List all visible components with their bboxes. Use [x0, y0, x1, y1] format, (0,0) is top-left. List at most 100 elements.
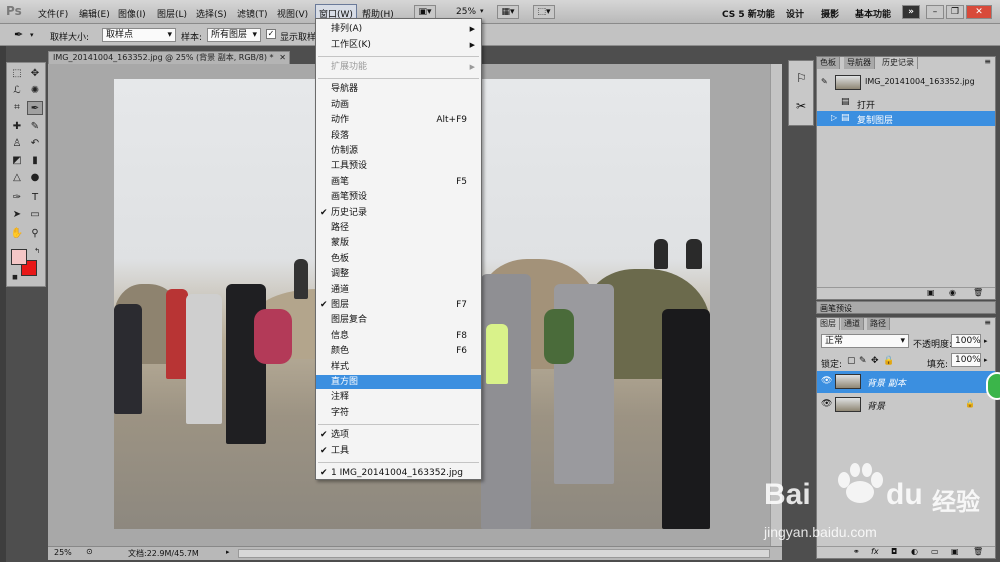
- history-step[interactable]: ▤ 打开: [817, 95, 995, 111]
- menu-item[interactable]: 仿制源: [316, 144, 481, 158]
- lock-pixels-icon[interactable]: ✎: [859, 356, 867, 366]
- layer-name[interactable]: 背景: [867, 399, 885, 412]
- marquee-tool-icon[interactable]: ⬚: [9, 67, 25, 81]
- snapshot-icon[interactable]: ◉: [949, 288, 956, 297]
- restore-icon[interactable]: ❐: [946, 5, 964, 19]
- blend-mode-select[interactable]: 正常 ▾: [821, 334, 909, 348]
- zoom-level[interactable]: 25%: [456, 7, 476, 17]
- status-zoom[interactable]: 25%: [54, 548, 72, 557]
- document-tab[interactable]: IMG_20141004_163352.jpg @ 25% (背景 副本, RG…: [48, 51, 290, 65]
- menu-item[interactable]: 工具预设: [316, 159, 481, 173]
- blur-tool-icon[interactable]: △: [9, 171, 25, 185]
- menu-item[interactable]: 动作 Alt+F9: [316, 113, 481, 127]
- layer-mask-icon[interactable]: ◘: [891, 547, 897, 556]
- visibility-eye-icon[interactable]: 👁: [821, 376, 832, 386]
- healing-brush-tool-icon[interactable]: ✚: [9, 120, 25, 134]
- tab-navigator[interactable]: 导航器: [844, 57, 875, 69]
- sample-size-select[interactable]: 取样点 ▾: [102, 28, 176, 42]
- menu-item[interactable]: ✔ 选项: [316, 428, 481, 442]
- lock-position-icon[interactable]: ✥: [871, 356, 879, 366]
- gradient-tool-icon[interactable]: ▮: [27, 154, 43, 168]
- trash-icon[interactable]: 🗑: [973, 288, 983, 297]
- menu-item[interactable]: 直方图: [316, 375, 481, 389]
- panel-menu-icon[interactable]: ≡: [984, 318, 991, 327]
- snapshot-name[interactable]: IMG_20141004_163352.jpg: [865, 77, 975, 86]
- screen-mode-button[interactable]: ▣▾: [414, 5, 436, 19]
- horizontal-scrollbar[interactable]: [238, 549, 770, 558]
- menu-item[interactable]: 画笔 F5: [316, 175, 481, 189]
- menu-file[interactable]: 文件(F): [38, 7, 68, 20]
- menu-filter[interactable]: 滤镜(T): [237, 7, 268, 20]
- workspace-photography[interactable]: 摄影: [821, 7, 839, 20]
- lock-all-icon[interactable]: 🔒: [883, 356, 894, 366]
- layer-name[interactable]: 背景 副本: [867, 376, 906, 389]
- close-tab-icon[interactable]: ✕: [279, 52, 286, 64]
- status-menu-arrow-icon[interactable]: ▸: [226, 548, 230, 556]
- default-colors-icon[interactable]: ◼: [7, 270, 23, 284]
- foreground-color-swatch[interactable]: [11, 249, 27, 265]
- swap-colors-icon[interactable]: ↰: [29, 244, 45, 258]
- menu-item[interactable]: 信息 F8: [316, 329, 481, 343]
- arrange-docs-button[interactable]: ▦▾: [497, 5, 519, 19]
- layer-style-icon[interactable]: fx: [871, 547, 879, 556]
- sample-select[interactable]: 所有图层 ▾: [207, 28, 261, 42]
- opacity-arrow-icon[interactable]: ▸: [984, 337, 988, 345]
- workspace-design[interactable]: 设计: [786, 7, 804, 20]
- move-tool-icon[interactable]: ✥: [27, 67, 43, 81]
- brush-panel-icon[interactable]: ⚐: [796, 71, 807, 85]
- tab-channels[interactable]: 通道: [841, 318, 864, 330]
- workspace-cs5-new[interactable]: CS 5 新功能: [722, 7, 775, 20]
- menu-item[interactable]: 注释: [316, 390, 481, 404]
- menu-image[interactable]: 图像(I): [118, 7, 146, 20]
- tab-layers[interactable]: 图层: [817, 318, 840, 330]
- status-info-icon[interactable]: ⊙: [86, 547, 93, 556]
- shape-tool-icon[interactable]: ▭: [27, 208, 43, 222]
- screen-mode-icon[interactable]: ⬚▾: [533, 5, 555, 19]
- new-layer-icon[interactable]: ▣: [951, 547, 959, 556]
- menu-item[interactable]: 动画: [316, 98, 481, 112]
- minimize-icon[interactable]: –: [926, 5, 944, 19]
- menu-item[interactable]: 排列(A) ▶: [316, 22, 481, 36]
- layer-row-selected[interactable]: 👁 背景 副本: [817, 371, 995, 393]
- menu-layer[interactable]: 图层(L): [157, 7, 187, 20]
- path-select-tool-icon[interactable]: ➤: [9, 208, 25, 222]
- brush-presets-panel[interactable]: 画笔预设: [816, 301, 996, 314]
- dodge-tool-icon[interactable]: ●: [27, 171, 43, 185]
- lasso-tool-icon[interactable]: ℒ: [9, 84, 25, 98]
- menu-item[interactable]: ✔ 历史记录: [316, 206, 481, 220]
- tab-brush-presets[interactable]: 画笔预设: [820, 303, 852, 314]
- menu-item[interactable]: ✔ 工具: [316, 444, 481, 458]
- tab-history[interactable]: 历史记录: [879, 57, 918, 69]
- adjustment-layer-icon[interactable]: ◐: [911, 547, 918, 556]
- zoom-tool-icon[interactable]: ⚲: [27, 227, 43, 241]
- group-folder-icon[interactable]: ▭: [931, 547, 939, 556]
- opacity-input[interactable]: 100%: [951, 334, 981, 348]
- menu-edit[interactable]: 编辑(E): [79, 7, 110, 20]
- status-badge[interactable]: [986, 372, 1000, 400]
- history-brush-tool-icon[interactable]: ↶: [27, 137, 43, 151]
- menu-item[interactable]: 颜色 F6: [316, 344, 481, 358]
- menu-item[interactable]: 通道: [316, 283, 481, 297]
- hand-tool-icon[interactable]: ✋: [9, 227, 25, 241]
- snapshot-brush-icon[interactable]: ✎: [821, 77, 828, 86]
- panel-menu-icon[interactable]: ≡: [984, 57, 991, 66]
- layer-row[interactable]: 👁 背景 🔒: [817, 394, 995, 416]
- tab-swatches[interactable]: 色板: [817, 57, 840, 69]
- workspace-essentials[interactable]: 基本功能: [855, 7, 891, 20]
- menu-item[interactable]: 样式: [316, 360, 481, 374]
- visibility-eye-icon[interactable]: 👁: [821, 399, 832, 409]
- eraser-tool-icon[interactable]: ◩: [9, 154, 25, 168]
- link-layers-icon[interactable]: ⚭: [853, 547, 860, 556]
- fill-arrow-icon[interactable]: ▸: [984, 356, 988, 364]
- new-document-icon[interactable]: ▣: [927, 288, 935, 297]
- menu-item[interactable]: 画笔预设: [316, 190, 481, 204]
- trash-icon[interactable]: 🗑: [973, 547, 983, 556]
- fill-input[interactable]: 100%: [951, 353, 981, 367]
- lock-transparency-icon[interactable]: ▢: [847, 356, 856, 366]
- tab-paths[interactable]: 路径: [867, 318, 890, 330]
- menu-item[interactable]: 工作区(K) ▶: [316, 38, 481, 52]
- more-workspaces-button[interactable]: »: [902, 5, 920, 19]
- tools-panel-icon[interactable]: ✂: [796, 99, 806, 113]
- menu-item[interactable]: 段落: [316, 129, 481, 143]
- type-tool-icon[interactable]: T: [27, 191, 43, 205]
